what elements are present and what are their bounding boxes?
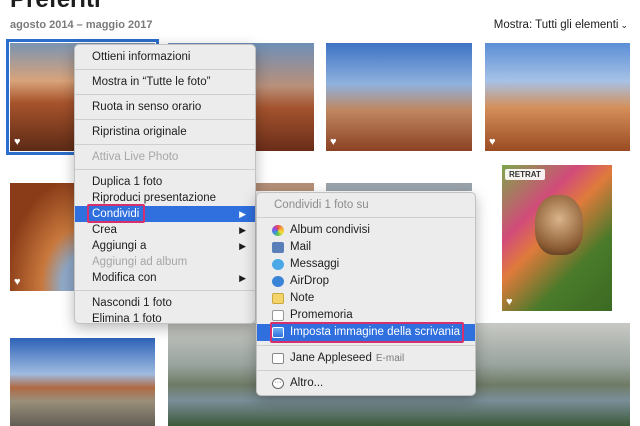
share-item-notes[interactable]: Note [257,290,475,307]
menu-separator [75,94,255,95]
photo-thumbnail-canyon-3[interactable]: ♥ [485,43,630,151]
submenu-arrow-icon: ▶ [239,209,246,219]
photo-thumbnail-cliff-person[interactable]: ♥ [326,43,472,151]
share-item-jane-appleseed-email[interactable]: Jane Appleseed E-mail [257,350,475,367]
share-item-label: Jane Appleseed [290,352,372,364]
favorite-heart-icon: ♥ [330,136,337,148]
share-item-shared-albums[interactable]: Album condivisi [257,222,475,239]
share-submenu-header: Condividi 1 foto su [274,199,369,211]
menu-item-rotate-clockwise[interactable]: Ruota in senso orario [75,99,255,115]
show-filter-value: Tutti gli elementi [535,19,619,31]
show-filter-label: Mostra: [493,19,533,31]
menu-separator [75,169,255,170]
share-item-label: Album condivisi [290,224,370,236]
menu-item-revert-original[interactable]: Ripristina originale [75,124,255,140]
photo-context-menu: Ottieni informazioni Mostra in “Tutte le… [74,44,256,327]
share-item-label: Promemoria [290,309,353,321]
desktop-picture-highlight-box [270,322,464,343]
menu-separator [75,69,255,70]
menu-item-edit-with-label: Modifica con [92,272,157,284]
favorite-heart-icon: ♥ [489,136,496,148]
menu-item-add-to[interactable]: Aggiungi a ▶ [75,238,255,254]
more-icon: ··· [272,378,284,389]
notes-icon [272,293,284,304]
favorite-heart-icon: ♥ [14,136,21,148]
submenu-arrow-icon: ▶ [239,241,246,251]
share-item-mail[interactable]: Mail [257,239,475,256]
menu-item-delete[interactable]: Elimina 1 foto [75,311,255,327]
share-highlight-box [87,204,145,223]
dog-image [535,195,583,255]
share-item-more[interactable]: ··· Altro... [257,375,475,392]
chevron-down-icon: ⌄ [620,20,628,30]
menu-item-add-to-label: Aggiungi a [92,240,147,252]
menu-separator [257,217,475,218]
share-item-airdrop[interactable]: AirDrop [257,273,475,290]
share-item-label: AirDrop [290,275,329,287]
menu-item-add-to-album: Aggiungi ad album [92,256,188,268]
show-filter-dropdown[interactable]: Mostra: Tutti gli elementi ⌄ [494,19,628,31]
menu-item-hide[interactable]: Nascondi 1 foto [75,295,255,311]
share-item-label: Note [290,292,315,304]
menu-item-get-info[interactable]: Ottieni informazioni [75,49,255,65]
photo-thumbnail-road[interactable] [10,338,155,426]
favorite-heart-icon: ♥ [506,296,513,308]
menu-item-show-in-all-photos[interactable]: Mostra in “Tutte le foto” [75,74,255,90]
submenu-arrow-icon: ▶ [239,225,246,235]
share-item-label: Altro... [290,377,324,389]
portrait-badge: RETRAT [505,169,545,180]
menu-separator [75,290,255,291]
share-item-sublabel: E-mail [375,353,405,364]
share-submenu: Condividi 1 foto su Album condivisi Mail… [256,192,476,396]
menu-item-live-photo: Attiva Live Photo [92,151,179,163]
date-range: agosto 2014 – maggio 2017 [10,19,153,31]
menu-item-duplicate[interactable]: Duplica 1 foto [75,174,255,190]
photo-thumbnail-dog-hammock[interactable]: RETRAT ♥ [502,165,612,311]
menu-separator [257,370,475,371]
page-title: Preferiti [10,0,101,12]
submenu-arrow-icon: ▶ [239,273,246,283]
envelope-icon [272,353,284,364]
menu-separator [257,345,475,346]
menu-item-create-label: Crea [92,224,117,236]
photo-thumbnail-partial-2[interactable] [326,183,472,191]
share-item-label: Messaggi [290,258,340,270]
menu-separator [75,144,255,145]
menu-item-edit-with[interactable]: Modifica con ▶ [75,270,255,286]
reminders-icon [272,310,284,321]
menu-item-create[interactable]: Crea ▶ [75,222,255,238]
share-item-messages[interactable]: Messaggi [257,256,475,273]
share-item-label: Mail [290,241,312,253]
menu-separator [75,119,255,120]
messages-icon [272,259,284,270]
favorite-heart-icon: ♥ [14,276,21,288]
shared-albums-icon [272,225,284,236]
mail-icon [272,242,284,253]
airdrop-icon [272,276,284,287]
